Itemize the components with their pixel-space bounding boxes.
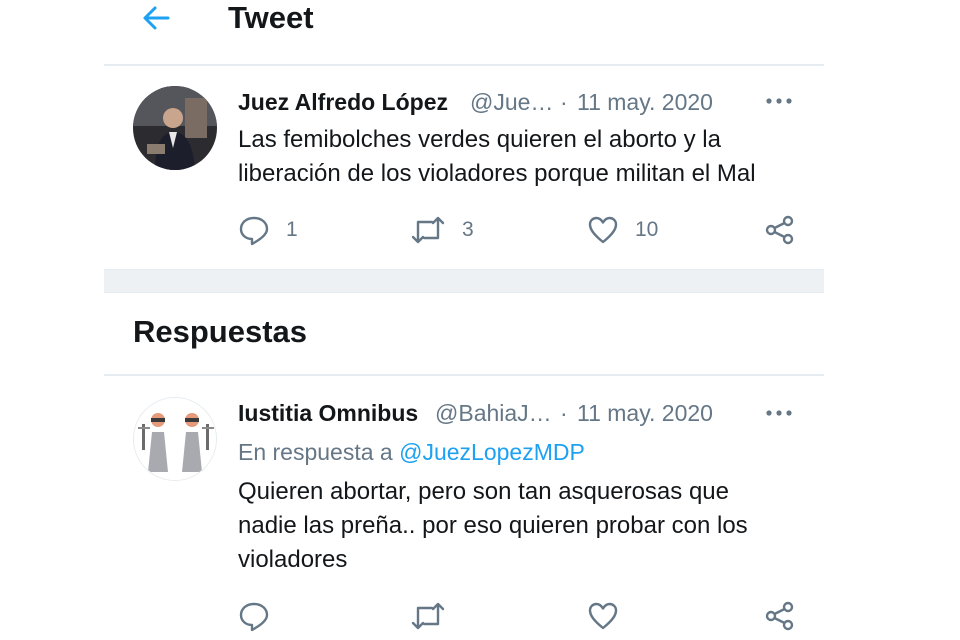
reply-share-button[interactable] <box>764 600 796 632</box>
tweet-author-name[interactable]: Juez Alfredo López <box>238 87 448 117</box>
retweet-icon <box>411 602 445 630</box>
retweet-icon <box>411 216 445 244</box>
reply-text-line-3: violadores <box>238 546 348 573</box>
reply-author-name[interactable]: Iustitia Omnibus <box>238 398 418 428</box>
reply-context-prefix: En respuesta a <box>238 439 393 465</box>
tweet-author-handle[interactable]: @Jue… <box>470 87 553 117</box>
replies-section-title: Respuestas <box>133 314 308 349</box>
tweet-more-button[interactable] <box>764 86 794 122</box>
avatar[interactable] <box>133 86 217 170</box>
header-divider <box>104 64 824 66</box>
reply-more-button[interactable] <box>764 398 794 434</box>
tweet-separator: · <box>560 89 568 115</box>
like-icon <box>588 216 618 244</box>
reply-date[interactable]: 11 may. 2020 <box>577 398 713 428</box>
replies-divider <box>104 374 824 376</box>
back-button[interactable] <box>138 2 174 34</box>
reply-author-handle[interactable]: @BahiaJ… <box>435 398 552 428</box>
reply-icon <box>239 602 269 632</box>
reply-context: En respuesta a @JuezLopezMDP <box>238 437 585 467</box>
reply-separator: · <box>560 400 568 426</box>
more-icon <box>766 98 792 104</box>
share-icon <box>765 601 794 631</box>
reply-text-line-1: Quieren abortar, pero son tan asquerosas… <box>238 478 729 505</box>
retweet-button[interactable]: 3 <box>410 214 474 246</box>
avatar-image <box>133 86 217 170</box>
reply-text-line-2: nadie las preña.. por eso quieren probar… <box>238 512 748 539</box>
reply-button[interactable]: 1 <box>238 214 298 246</box>
like-count: 10 <box>635 218 659 241</box>
reply-reply-button[interactable] <box>238 600 270 632</box>
section-gap <box>104 269 824 293</box>
like-button[interactable]: 10 <box>587 214 658 246</box>
reply-like-button[interactable] <box>587 600 619 632</box>
like-icon <box>588 602 618 630</box>
reply-icon <box>239 216 269 246</box>
share-button[interactable] <box>764 214 796 246</box>
reply-avatar-image <box>134 398 216 480</box>
reply-retweet-button[interactable] <box>410 600 446 632</box>
back-arrow-icon <box>143 6 170 30</box>
more-icon <box>766 410 792 416</box>
page-title: Tweet <box>228 0 314 35</box>
reply-mention-link[interactable]: @JuezLopezMDP <box>399 439 585 465</box>
reply-count: 1 <box>286 218 298 241</box>
share-icon <box>765 215 794 245</box>
retweet-count: 3 <box>462 218 474 241</box>
reply-avatar[interactable] <box>133 397 217 481</box>
tweet-date[interactable]: 11 may. 2020 <box>577 87 713 117</box>
tweet-text-line-2: liberación de los violadores porque mili… <box>238 160 756 187</box>
tweet-text-line-1: Las femibolches verdes quieren el aborto… <box>238 126 721 153</box>
